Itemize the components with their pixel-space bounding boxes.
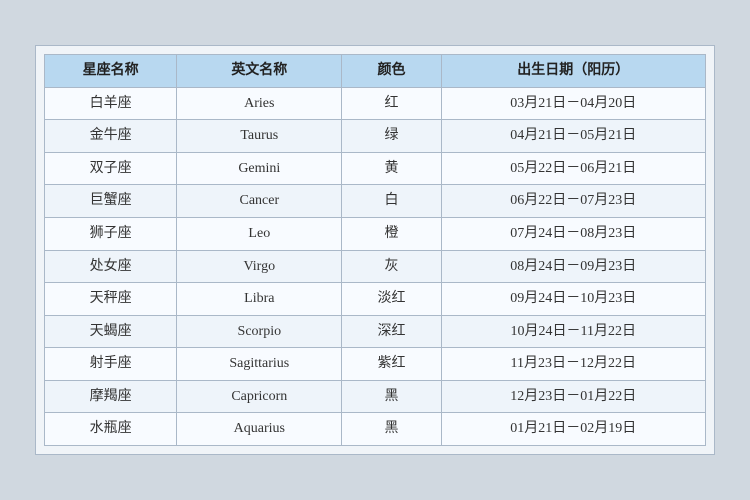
cell-english: Capricorn [177, 380, 342, 413]
header-date: 出生日期（阳历） [441, 54, 705, 87]
cell-date: 04月21日－05月21日 [441, 120, 705, 153]
cell-date: 06月22日－07月23日 [441, 185, 705, 218]
cell-color: 黑 [342, 380, 441, 413]
cell-chinese: 水瓶座 [45, 413, 177, 446]
cell-date: 03月21日－04月20日 [441, 87, 705, 120]
table-header-row: 星座名称 英文名称 颜色 出生日期（阳历） [45, 54, 706, 87]
cell-color: 深红 [342, 315, 441, 348]
cell-color: 橙 [342, 217, 441, 250]
cell-chinese: 巨蟹座 [45, 185, 177, 218]
cell-chinese: 天秤座 [45, 283, 177, 316]
cell-english: Libra [177, 283, 342, 316]
table-row: 摩羯座Capricorn黑12月23日－01月22日 [45, 380, 706, 413]
cell-date: 01月21日－02月19日 [441, 413, 705, 446]
cell-color: 白 [342, 185, 441, 218]
table-row: 双子座Gemini黄05月22日－06月21日 [45, 152, 706, 185]
cell-date: 07月24日－08月23日 [441, 217, 705, 250]
table-row: 水瓶座Aquarius黑01月21日－02月19日 [45, 413, 706, 446]
cell-english: Aries [177, 87, 342, 120]
table-row: 狮子座Leo橙07月24日－08月23日 [45, 217, 706, 250]
cell-chinese: 处女座 [45, 250, 177, 283]
cell-english: Taurus [177, 120, 342, 153]
cell-chinese: 摩羯座 [45, 380, 177, 413]
cell-english: Cancer [177, 185, 342, 218]
zodiac-table: 星座名称 英文名称 颜色 出生日期（阳历） 白羊座Aries红03月21日－04… [44, 54, 706, 446]
table-row: 处女座Virgo灰08月24日－09月23日 [45, 250, 706, 283]
table-row: 天蝎座Scorpio深红10月24日－11月22日 [45, 315, 706, 348]
cell-date: 10月24日－11月22日 [441, 315, 705, 348]
cell-chinese: 狮子座 [45, 217, 177, 250]
cell-english: Leo [177, 217, 342, 250]
table-row: 射手座Sagittarius紫红11月23日－12月22日 [45, 348, 706, 381]
cell-date: 08月24日－09月23日 [441, 250, 705, 283]
cell-date: 11月23日－12月22日 [441, 348, 705, 381]
header-english: 英文名称 [177, 54, 342, 87]
header-chinese: 星座名称 [45, 54, 177, 87]
cell-color: 淡红 [342, 283, 441, 316]
cell-english: Sagittarius [177, 348, 342, 381]
zodiac-table-container: 星座名称 英文名称 颜色 出生日期（阳历） 白羊座Aries红03月21日－04… [35, 45, 715, 455]
cell-color: 紫红 [342, 348, 441, 381]
cell-english: Gemini [177, 152, 342, 185]
cell-chinese: 天蝎座 [45, 315, 177, 348]
cell-date: 05月22日－06月21日 [441, 152, 705, 185]
table-row: 白羊座Aries红03月21日－04月20日 [45, 87, 706, 120]
table-row: 天秤座Libra淡红09月24日－10月23日 [45, 283, 706, 316]
cell-english: Aquarius [177, 413, 342, 446]
cell-english: Scorpio [177, 315, 342, 348]
cell-english: Virgo [177, 250, 342, 283]
cell-chinese: 射手座 [45, 348, 177, 381]
cell-date: 12月23日－01月22日 [441, 380, 705, 413]
cell-color: 灰 [342, 250, 441, 283]
cell-chinese: 双子座 [45, 152, 177, 185]
cell-chinese: 金牛座 [45, 120, 177, 153]
cell-color: 红 [342, 87, 441, 120]
cell-color: 黑 [342, 413, 441, 446]
header-color: 颜色 [342, 54, 441, 87]
table-row: 巨蟹座Cancer白06月22日－07月23日 [45, 185, 706, 218]
cell-color: 黄 [342, 152, 441, 185]
cell-color: 绿 [342, 120, 441, 153]
table-row: 金牛座Taurus绿04月21日－05月21日 [45, 120, 706, 153]
cell-date: 09月24日－10月23日 [441, 283, 705, 316]
cell-chinese: 白羊座 [45, 87, 177, 120]
